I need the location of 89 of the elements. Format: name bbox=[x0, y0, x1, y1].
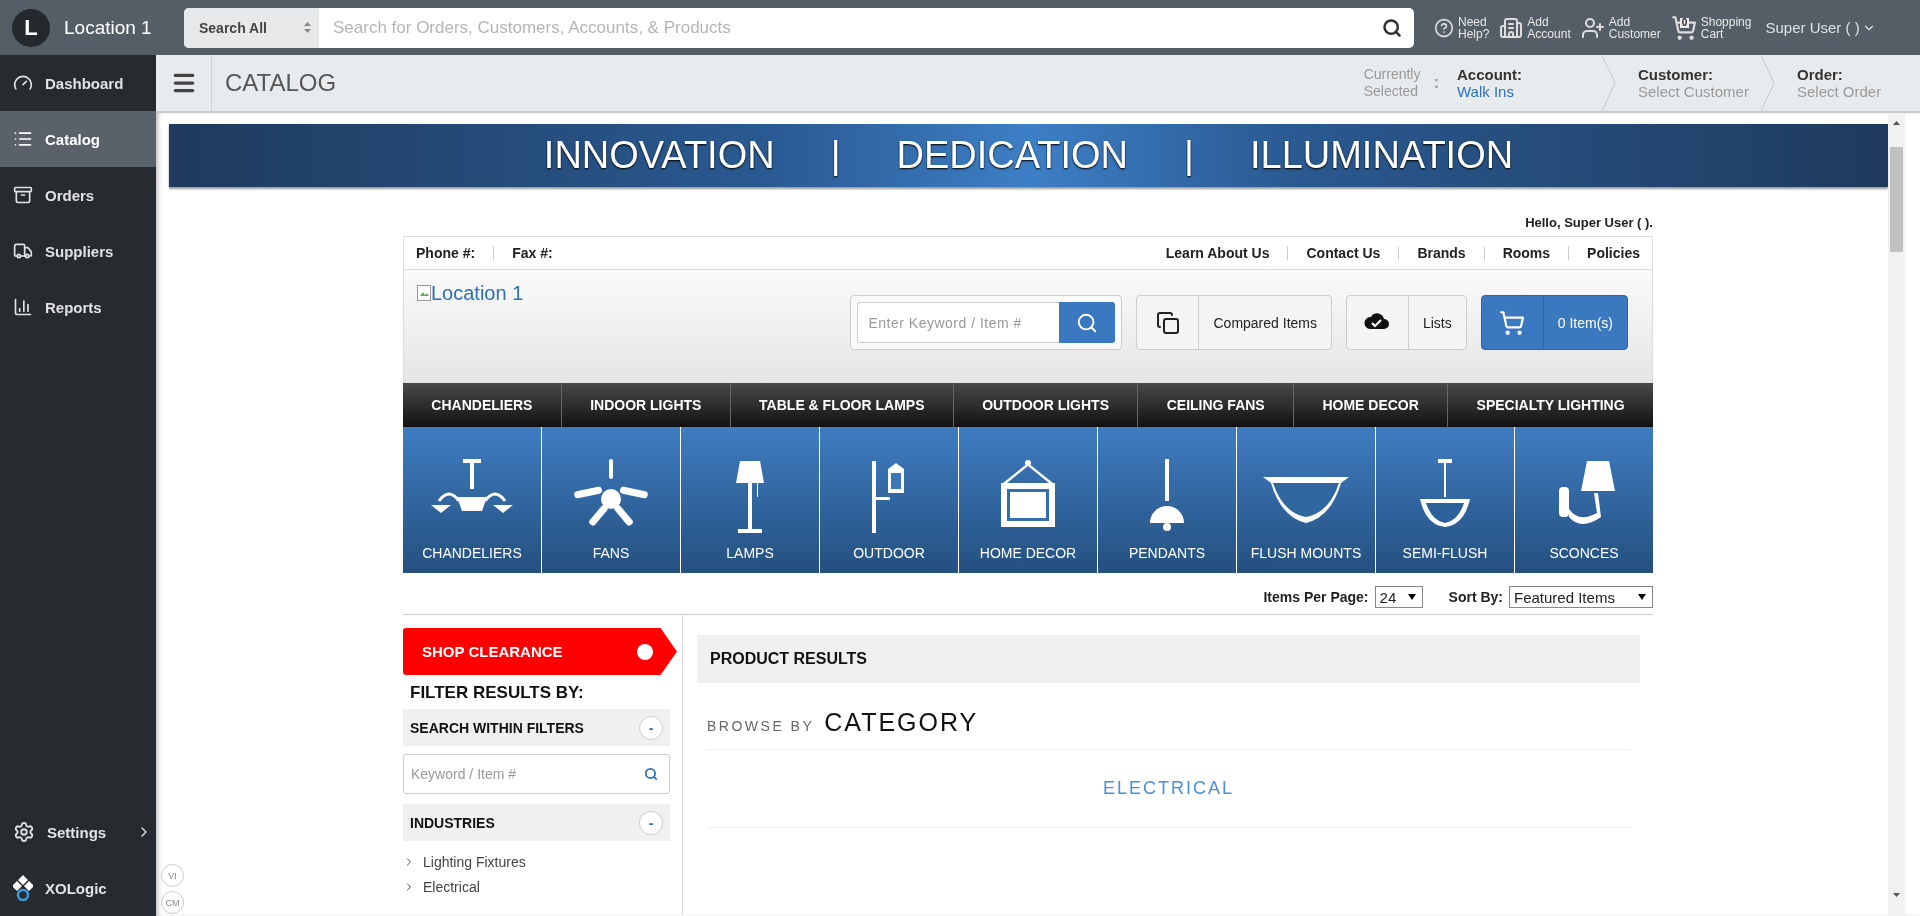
side-badge[interactable]: VI bbox=[161, 864, 184, 887]
box-icon bbox=[13, 185, 33, 205]
sidebar-item[interactable]: Reports bbox=[0, 279, 156, 335]
help-icon bbox=[1434, 17, 1454, 38]
spinner-arrows-icon bbox=[304, 22, 311, 33]
collapse-button[interactable]: - bbox=[639, 715, 663, 740]
items-per-page-select[interactable]: 24 bbox=[1374, 586, 1423, 608]
search-icon bbox=[1382, 17, 1402, 38]
gauge-icon bbox=[13, 73, 33, 93]
separator-text: | bbox=[830, 134, 841, 177]
category-tile[interactable]: FANS bbox=[542, 427, 680, 573]
add-customer-button[interactable]: Add Customer bbox=[1580, 15, 1661, 40]
sort-by-label: Sort By: bbox=[1448, 589, 1503, 605]
header-link[interactable]: Policies bbox=[1587, 245, 1640, 261]
brand-logo-icon bbox=[13, 875, 33, 901]
header-link[interactable]: Contact Us bbox=[1306, 245, 1381, 261]
filter-option[interactable]: Electrical bbox=[403, 874, 682, 899]
sidebar-item[interactable]: Orders bbox=[0, 167, 156, 223]
category-tile[interactable]: CHANDELIERS bbox=[403, 427, 541, 573]
dot-icon bbox=[637, 643, 653, 660]
category-tile[interactable]: LAMPS bbox=[681, 427, 819, 573]
greeting-text: Hello, Super User ( ). bbox=[1524, 214, 1653, 232]
filter-section-header: INDUSTRIES - bbox=[403, 804, 670, 841]
add-account-button[interactable]: Add Account bbox=[1499, 15, 1571, 40]
page-title: CATALOG bbox=[225, 69, 338, 97]
compared-items-button[interactable]: Compared Items bbox=[1136, 295, 1332, 350]
contact-label: Fax #: bbox=[512, 245, 553, 261]
banner-word: ILLUMINATION bbox=[1249, 134, 1514, 177]
settings-icon bbox=[13, 821, 35, 843]
filter-title: FILTER RESULTS BY: bbox=[409, 682, 585, 704]
compare-icon bbox=[1156, 310, 1180, 335]
banner-word: DEDICATION bbox=[896, 134, 1129, 177]
breadcrumb-selector[interactable]: Order: Select Order bbox=[1775, 55, 1920, 111]
category-tile[interactable]: FLUSH MOUNTS bbox=[1237, 427, 1375, 573]
sidebar-item[interactable]: Catalog bbox=[0, 111, 156, 167]
list-icon bbox=[13, 129, 33, 149]
scrollbar[interactable] bbox=[1888, 113, 1905, 916]
search-panel[interactable]: Enter Keyword / Item # bbox=[850, 295, 1123, 350]
side-badge[interactable]: CM bbox=[161, 891, 184, 914]
header-link[interactable]: Learn About Us bbox=[1165, 245, 1270, 261]
filter-option[interactable]: Lighting Fixtures bbox=[403, 849, 682, 874]
browse-title: CATEGORY bbox=[824, 708, 979, 737]
building-icon bbox=[1499, 15, 1524, 40]
header-link[interactable]: Rooms bbox=[1502, 245, 1551, 261]
colon-text: : bbox=[1433, 74, 1439, 92]
collapse-button[interactable]: - bbox=[639, 810, 663, 835]
user-plus-icon bbox=[1580, 15, 1605, 40]
sidebar-item[interactable]: Suppliers bbox=[0, 223, 156, 279]
cart-icon bbox=[1499, 309, 1526, 336]
store-search-field[interactable]: Enter Keyword / Item # bbox=[857, 302, 1060, 343]
sidebar-item[interactable]: Dashboard bbox=[0, 55, 156, 111]
breadcrumb-selector[interactable]: Account: Walk Ins bbox=[1457, 55, 1602, 111]
currently-selected-label: Currently Selected bbox=[1363, 66, 1422, 100]
brand-name: XOLogic bbox=[45, 879, 107, 897]
contact-label: Phone #: bbox=[416, 245, 476, 261]
category-tile[interactable]: HOME DECOR bbox=[959, 427, 1097, 573]
header-link[interactable]: Brands bbox=[1417, 245, 1466, 261]
store-logo-link[interactable]: Location 1 bbox=[417, 282, 851, 383]
help-button[interactable]: Need Help? bbox=[1434, 15, 1490, 40]
location-name: Location 1 bbox=[64, 16, 153, 39]
settings-item[interactable]: Settings bbox=[0, 804, 156, 860]
search-icon bbox=[644, 767, 658, 781]
results-header: PRODUCT RESULTS bbox=[697, 635, 1640, 683]
banner-word: INNOVATION bbox=[543, 134, 775, 177]
dropdown-icon bbox=[1407, 594, 1416, 600]
separator-text: | bbox=[1184, 134, 1194, 177]
breadcrumb-selector[interactable]: Customer: Select Customer bbox=[1616, 55, 1761, 111]
filter-search-field[interactable]: Keyword / Item # bbox=[403, 754, 670, 794]
nav-menu-item[interactable]: SPECIALTY LIGHTING bbox=[1448, 383, 1653, 427]
lists-button[interactable]: Lists bbox=[1345, 295, 1467, 350]
category-tile[interactable]: PENDANTS bbox=[1098, 427, 1236, 573]
bar-chart-icon bbox=[13, 297, 33, 317]
shopping-cart-button[interactable]: 0 Shopping Cart bbox=[1670, 14, 1752, 41]
user-menu[interactable]: Super User ( ) bbox=[1765, 19, 1876, 36]
truck-icon bbox=[13, 241, 33, 261]
category-tile[interactable]: SEMI-FLUSH bbox=[1376, 427, 1514, 573]
dropdown-icon bbox=[1638, 594, 1646, 600]
global-search-bar[interactable]: Search All Search for Orders, Customers, Accounts, & Products bbox=[184, 7, 1414, 48]
shop-clearance-button[interactable]: SHOP CLEARANCE bbox=[403, 628, 677, 675]
sort-select[interactable]: Featured Items bbox=[1509, 586, 1653, 608]
location-avatar: L bbox=[12, 8, 50, 47]
filter-section-header: SEARCH WITHIN FILTERS - bbox=[403, 709, 670, 746]
items-per-page-label: Items Per Page: bbox=[1263, 589, 1369, 605]
cart-button[interactable]: 0 Item(s) bbox=[1480, 295, 1628, 350]
browse-by-label: BROWSE BY bbox=[707, 718, 815, 734]
broken-image-icon bbox=[417, 285, 431, 301]
search-icon bbox=[1076, 311, 1099, 334]
category-tile[interactable]: SCONCES bbox=[1515, 427, 1653, 573]
category-tile[interactable]: OUTDOOR bbox=[820, 427, 958, 573]
